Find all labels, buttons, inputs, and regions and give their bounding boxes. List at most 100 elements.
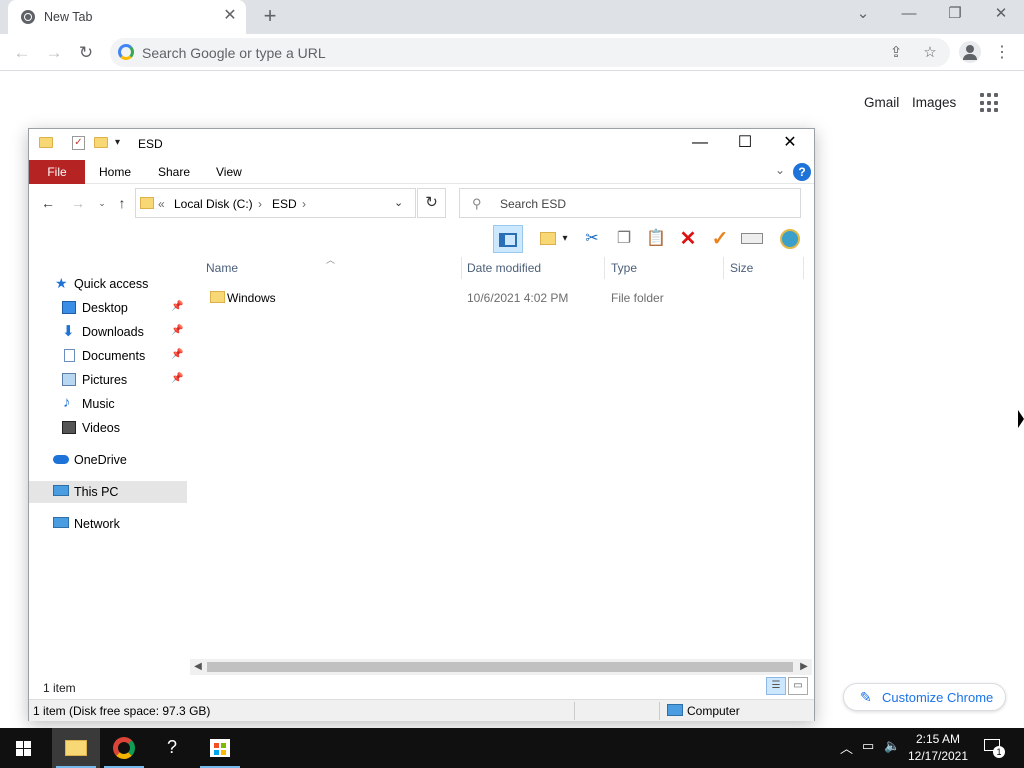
status-divider [659,702,660,720]
forward-arrow-icon[interactable]: → [42,41,66,65]
drive-icon[interactable] [737,225,767,253]
action-center-icon[interactable]: 1 [982,737,1005,758]
bookmark-star-icon[interactable]: ☆ [920,43,940,63]
tab-share[interactable]: Share [158,165,190,179]
column-divider[interactable] [604,257,605,279]
scroll-left-arrow-icon[interactable]: ◀ [191,660,205,674]
address-bar[interactable]: « Local Disk (C:) › ESD › ⌄ [135,188,416,218]
column-divider[interactable] [461,257,462,279]
system-clock[interactable]: 2:15 AM 12/17/2021 [906,731,970,765]
paste-clipboard-icon[interactable]: 📋 [641,225,671,253]
scrollbar-thumb[interactable] [207,662,793,672]
explorer-close-button[interactable]: ✕ [767,129,813,159]
column-header-type[interactable]: Type [611,261,637,275]
taskbar-store[interactable] [196,728,244,768]
expand-ribbon-chevron-icon[interactable]: ⌄ [775,163,785,177]
taskbar-file-explorer[interactable] [52,728,100,768]
properties-dropdown-chevron-icon[interactable]: ▾ [557,225,573,253]
sidebar-item-this-pc[interactable]: This PC [29,481,187,503]
gmail-link[interactable]: Gmail [864,95,899,110]
globe-network-icon[interactable] [775,225,805,253]
breadcrumb-esd[interactable]: ESD [272,197,297,211]
column-header-name[interactable]: Name [206,261,238,275]
pin-icon[interactable]: 📌 [171,325,183,336]
tab-view[interactable]: View [216,165,242,179]
explorer-minimize-button[interactable]: — [677,129,723,159]
volume-muted-icon[interactable]: 🔈 [884,738,900,754]
start-windows-icon[interactable] [0,728,48,768]
sidebar-item-documents[interactable]: Documents 📌 [29,345,187,367]
new-tab-button[interactable]: + [258,4,282,28]
search-box[interactable]: ⚲ Search ESD [459,188,801,218]
images-link[interactable]: Images [912,95,956,110]
sidebar-item-desktop[interactable]: Desktop 📌 [29,297,187,319]
table-row[interactable]: Windows 10/6/2021 4:02 PM File folder [190,287,790,309]
copy-icon[interactable]: ❐ [609,225,639,253]
properties-check-icon[interactable]: ✓ [72,136,85,150]
sidebar-item-downloads[interactable]: ⬇ Downloads 📌 [29,321,187,343]
rename-check-icon[interactable]: ✓ [705,225,735,253]
search-icon: ⚲ [472,196,482,211]
explorer-forward-arrow-icon[interactable]: → [69,194,87,212]
delete-x-icon[interactable]: ✕ [673,225,703,253]
refresh-icon[interactable]: ↻ [417,188,446,218]
breadcrumb-end-chevron-icon[interactable]: › [302,197,306,211]
share-icon[interactable]: ⇪ [886,43,906,63]
pin-icon[interactable]: 📌 [171,373,183,384]
sidebar-item-label: OneDrive [74,453,127,467]
preview-pane-icon[interactable] [493,225,523,253]
omnibox[interactable]: Search Google or type a URL ⇪ ☆ [110,38,950,67]
tab-new-tab[interactable]: New Tab ✕ [8,0,246,34]
chrome-menu-kebab-icon[interactable]: ⋮ [992,41,1012,65]
desktop-icon [62,301,76,314]
up-arrow-icon[interactable]: ↑ [113,194,131,212]
large-icons-view-icon[interactable]: ▭ [788,677,808,695]
sidebar-item-network[interactable]: Network [29,513,187,535]
sidebar-item-quick-access[interactable]: ★ Quick access [29,273,187,295]
taskbar-chrome[interactable] [100,728,148,768]
profile-avatar-icon[interactable] [959,41,981,63]
column-header-size[interactable]: Size [730,261,753,275]
sidebar-item-videos[interactable]: Videos [29,417,187,439]
network-tray-icon[interactable]: ▭ [862,738,874,754]
quick-access-toolbar-dropdown-icon[interactable]: ▾ [115,137,120,148]
details-view-icon[interactable]: ☰ [766,677,786,695]
scroll-right-arrow-icon[interactable]: ▶ [797,660,811,674]
address-row: ← → ⌄ ↑ « Local Disk (C:) › ESD › ⌄ ↻ ⚲ … [29,185,814,221]
chrome-icon [113,737,135,759]
clock-time: 2:15 AM [915,732,961,746]
cut-scissors-icon[interactable]: ✂ [577,225,607,253]
recent-locations-chevron-icon[interactable]: ⌄ [93,194,111,212]
pin-icon[interactable]: 📌 [171,301,183,312]
column-divider[interactable] [803,257,804,279]
breadcrumb-separator-icon[interactable]: › [258,197,262,211]
taskbar-get-help[interactable]: ? [148,728,196,768]
pin-icon[interactable]: 📌 [171,349,183,360]
google-apps-grid-icon[interactable] [980,93,1000,113]
sidebar-item-onedrive[interactable]: OneDrive [29,449,187,471]
explorer-back-arrow-icon[interactable]: ← [39,194,57,212]
sidebar-item-pictures[interactable]: Pictures 📌 [29,369,187,391]
show-hidden-icons-chevron-icon[interactable]: ︿ [840,738,853,757]
tab-home[interactable]: Home [99,165,131,179]
reload-icon[interactable]: ↻ [74,41,98,65]
column-divider[interactable] [723,257,724,279]
customize-chrome-button[interactable]: ✎ Customize Chrome [843,683,1006,711]
back-arrow-icon[interactable]: ← [10,41,34,65]
column-header-date-modified[interactable]: Date modified [467,261,541,275]
explorer-maximize-button[interactable]: ☐ [722,129,768,159]
breadcrumb-overflow-icon[interactable]: « [158,197,165,211]
tab-close-icon[interactable]: ✕ [220,6,240,26]
address-dropdown-chevron-icon[interactable]: ⌄ [394,196,403,209]
horizontal-scrollbar[interactable]: ◀ ▶ [190,659,812,675]
new-folder-icon[interactable] [94,137,108,148]
chrome-close-button[interactable]: ✕ [978,0,1024,30]
sidebar-item-music[interactable]: ♪ Music [29,393,187,415]
chrome-minimize-button[interactable]: — [886,0,932,30]
breadcrumb-local-disk[interactable]: Local Disk (C:) [174,197,253,211]
chrome-restore-button[interactable]: ❐ [932,0,978,30]
omnibox-placeholder: Search Google or type a URL [142,45,326,61]
tab-file[interactable]: File [29,160,85,184]
tab-search-chevron-icon[interactable]: ⌄ [840,0,886,30]
help-icon[interactable]: ? [793,163,811,181]
